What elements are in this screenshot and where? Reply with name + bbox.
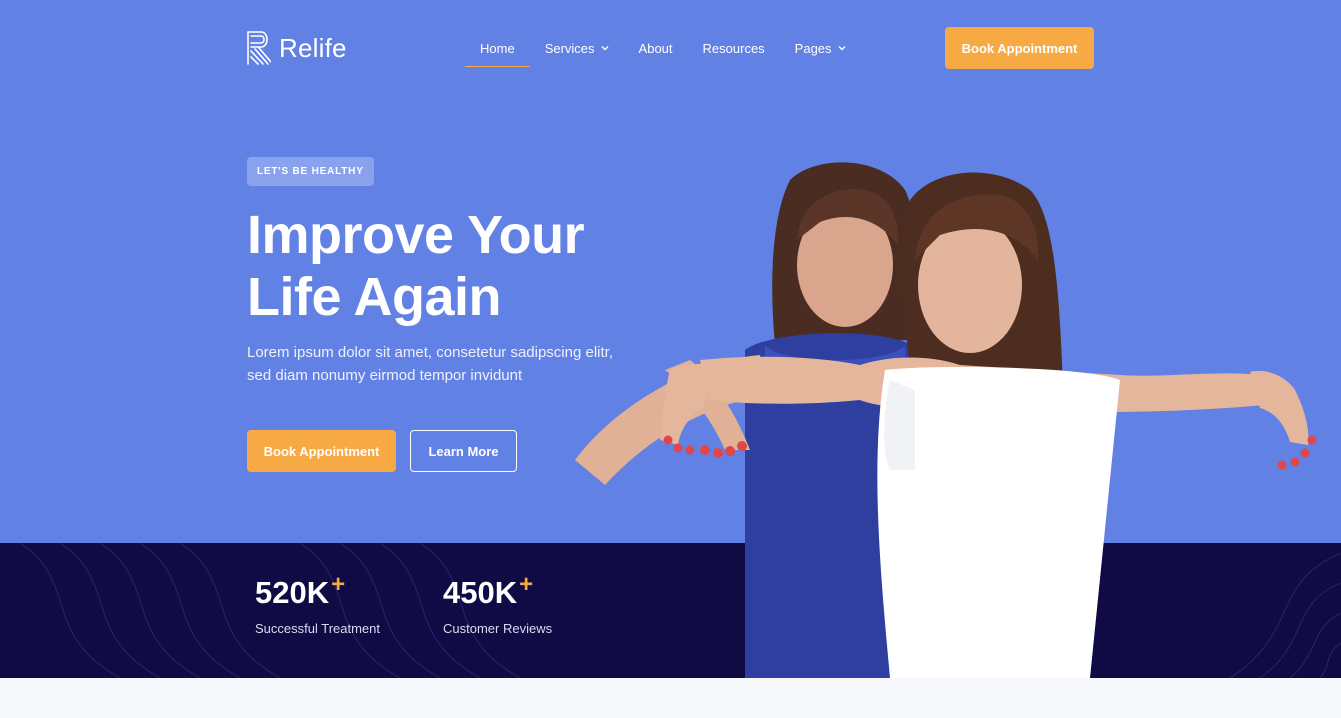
stat-successful-treatment: 520K + Successful Treatment bbox=[255, 573, 380, 637]
stat-value: 450K + bbox=[443, 573, 552, 613]
next-section-top bbox=[0, 678, 1341, 718]
chevron-down-icon bbox=[601, 46, 609, 51]
nav-resources-label: Resources bbox=[702, 40, 765, 56]
chevron-down-icon bbox=[838, 46, 846, 51]
header-book-appointment-button[interactable]: Book Appointment bbox=[945, 27, 1094, 69]
book-appointment-button[interactable]: Book Appointment bbox=[247, 430, 396, 472]
stat-customer-reviews: 450K + Customer Reviews bbox=[443, 573, 553, 637]
stat-label: Customer Reviews bbox=[443, 621, 553, 636]
brand-logo[interactable]: Relife bbox=[247, 30, 347, 66]
nav-pages-label: Pages bbox=[794, 40, 832, 56]
hero-title-line-2: Life Again bbox=[247, 267, 502, 327]
learn-more-button[interactable]: Learn More bbox=[410, 430, 517, 472]
hero-title-line-1: Improve Your bbox=[247, 205, 585, 265]
nav-resources[interactable]: Resources bbox=[703, 30, 765, 66]
nav-pages[interactable]: Pages bbox=[795, 30, 846, 66]
nav-home-label: Home bbox=[480, 40, 515, 56]
nav-about[interactable]: About bbox=[639, 30, 673, 66]
stat-number: 450K bbox=[443, 575, 518, 610]
nav-services-label: Services bbox=[544, 40, 595, 56]
hero-badge: LET'S BE HEALTHY bbox=[247, 157, 374, 186]
stat-value: 520K + bbox=[255, 573, 380, 613]
nav-services[interactable]: Services bbox=[545, 30, 609, 66]
stat-label: Successful Treatment bbox=[255, 621, 380, 636]
stat-number: 520K bbox=[255, 575, 330, 610]
stat-plus: + bbox=[331, 571, 346, 598]
nav-home[interactable]: Home bbox=[465, 30, 530, 67]
brand-name: Relife bbox=[279, 32, 347, 63]
hero-image-therapists bbox=[575, 162, 1317, 678]
relife-logo-icon bbox=[247, 31, 271, 65]
stat-plus: + bbox=[519, 571, 534, 598]
back-person bbox=[575, 162, 920, 678]
main-nav: Home Services About Resources Pages bbox=[465, 30, 846, 67]
nav-about-label: About bbox=[638, 40, 673, 56]
